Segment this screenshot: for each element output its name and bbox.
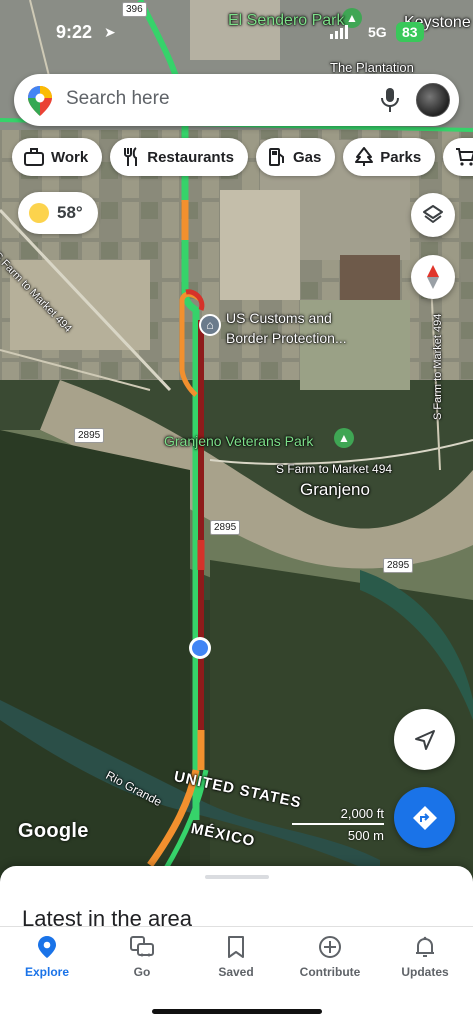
map-label-s-farm-market-494: S Farm to Market 494 (432, 313, 444, 420)
my-location-button[interactable] (394, 709, 455, 770)
nav-label: Explore (24, 965, 69, 979)
tree-icon (355, 147, 374, 167)
map-label-granjeno[interactable]: Granjeno (300, 480, 370, 500)
chip-shopping[interactable] (443, 138, 473, 176)
battery-indicator: 83 (396, 22, 424, 42)
chip-label: Work (51, 148, 89, 166)
bookmark-icon (228, 936, 244, 958)
scale-meters: 500 m (347, 828, 384, 843)
search-bar[interactable] (14, 74, 459, 126)
scale-bar (292, 823, 384, 825)
plus-circle-icon (319, 936, 341, 958)
pin-icon (38, 936, 56, 958)
layers-icon (423, 205, 443, 223)
weather-badge[interactable]: 58° (18, 192, 98, 234)
weather-temperature: 58° (57, 203, 83, 222)
commute-icon (130, 936, 154, 957)
scale-feet: 2,000 ft (340, 806, 384, 821)
chip-label: Gas (292, 148, 322, 166)
briefcase-icon (24, 148, 44, 166)
directions-button[interactable] (394, 787, 455, 848)
chip-restaurants[interactable]: Restaurants (110, 138, 248, 176)
nav-label: Go (133, 965, 151, 979)
compass-icon (427, 265, 439, 289)
category-chips: Work Restaurants Gas Parks (12, 138, 473, 176)
map-label-the-plantation[interactable]: The Plantation (330, 60, 414, 75)
directions-icon (412, 805, 437, 830)
route-2895-shield: 2895 (383, 558, 414, 573)
nav-contribute[interactable]: Contribute (283, 935, 377, 987)
nav-label: Contribute (299, 965, 361, 979)
route-2895-shield: 2895 (210, 520, 241, 535)
status-time: 9:22 (56, 22, 93, 42)
compass-button[interactable] (411, 255, 455, 299)
chip-gas[interactable]: Gas (255, 138, 336, 176)
park-pin-icon[interactable]: ▲ (334, 428, 354, 448)
bell-icon (416, 936, 434, 957)
shopping-cart-icon (455, 147, 473, 167)
route-2895-shield: 2895 (74, 428, 105, 443)
gas-pump-icon (268, 147, 286, 167)
sheet-drag-handle[interactable] (205, 875, 269, 879)
government-building-pin-icon[interactable]: ⌂ (199, 314, 221, 336)
google-maps-logo-icon (28, 86, 52, 116)
chip-label: Restaurants (147, 148, 234, 166)
nav-label: Updates (401, 965, 449, 979)
status-bar: 9:22 ➤ 5G 83 (0, 14, 473, 50)
fork-knife-icon (122, 147, 140, 167)
map-label-granjeno-veterans-park[interactable]: Granjeno Veterans Park (164, 433, 313, 449)
map-label-us-customs-2[interactable]: Border Protection... (226, 330, 347, 346)
chip-label: Parks (380, 148, 422, 166)
microphone-icon[interactable] (380, 87, 400, 113)
sun-icon (29, 203, 49, 223)
map-scale: 2,000 ft 500 m (292, 804, 386, 844)
nav-label: Saved (218, 965, 254, 979)
search-input[interactable] (66, 88, 356, 110)
network-type: 5G (368, 24, 387, 40)
signal-icon (330, 25, 348, 39)
chip-parks[interactable]: Parks (343, 138, 436, 176)
map-label-us-customs-1[interactable]: US Customs and (226, 310, 332, 326)
location-arrow-icon: ➤ (104, 24, 116, 40)
nav-go[interactable]: Go (95, 935, 189, 987)
account-avatar[interactable] (416, 83, 450, 117)
nav-updates[interactable]: Updates (378, 935, 472, 987)
google-logo: Google (18, 820, 89, 842)
nav-explore[interactable]: Explore (0, 935, 94, 987)
nav-saved[interactable]: Saved (189, 935, 283, 987)
map-label-s-farm-market-494: S Farm to Market 494 (276, 462, 393, 476)
navigation-arrow-icon (414, 729, 435, 750)
chip-work[interactable]: Work (12, 138, 103, 176)
layers-button[interactable] (411, 193, 455, 237)
home-indicator[interactable] (152, 1009, 322, 1014)
